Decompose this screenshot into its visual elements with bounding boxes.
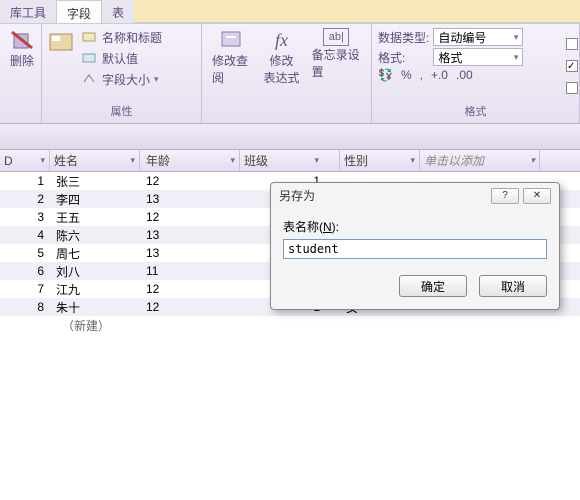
dialog-help-button[interactable]: ? [491,188,519,204]
col-header-add[interactable]: 单击以添加▾ [420,150,540,171]
properties-icon [48,30,76,58]
tab-db-tools[interactable]: 库工具 [0,0,56,23]
new-row[interactable]: （新建） [0,316,580,334]
cell-id[interactable]: 7 [0,282,50,296]
group-label-tools [208,105,365,121]
group-label-format: 格式 [378,101,573,121]
fx-icon: fx [270,28,294,52]
comma-button[interactable]: , [420,68,423,82]
chevron-down-icon: ▾ [314,155,319,166]
percent-button[interactable]: % [401,68,412,82]
cell-id[interactable]: 4 [0,228,50,242]
modify-lookup-label: 修改查阅 [212,52,252,86]
modify-expression-label: 修改 表达式 [264,52,300,86]
tab-fields[interactable]: 字段 [56,0,102,23]
field-size-label: 字段大小 [102,71,150,88]
cell-age[interactable]: 12 [140,300,240,314]
cell-age[interactable]: 13 [140,192,240,206]
cell-age[interactable]: 11 [140,264,240,278]
chevron-down-icon: ▾ [154,74,159,85]
cell-id[interactable]: 6 [0,264,50,278]
cell-id[interactable]: 3 [0,210,50,224]
delete-icon [10,28,34,52]
cell-age[interactable]: 12 [140,282,240,296]
cell-name[interactable]: 周七 [50,245,140,262]
chevron-down-icon: ▾ [130,155,135,166]
data-type-combo[interactable]: 自动编号 ▾ [433,28,523,46]
cell-id[interactable]: 5 [0,246,50,260]
name-caption-button[interactable]: 名称和标题 [80,28,164,47]
dialog-close-button[interactable]: ✕ [523,188,551,204]
cell-age[interactable]: 13 [140,246,240,260]
tab-table[interactable]: 表 [102,0,134,23]
cell-age[interactable]: 12 [140,210,240,224]
chevron-down-icon: ▾ [40,155,45,166]
lookup-icon [220,28,244,52]
col-header-name[interactable]: 姓名▾ [50,150,140,171]
cell-name[interactable]: 张三 [50,173,140,190]
chevron-down-icon: ▾ [230,155,235,166]
default-icon [82,51,98,67]
cancel-button[interactable]: 取消 [479,275,547,297]
default-value-button[interactable]: 默认值 [80,49,164,68]
checkbox-2[interactable] [566,60,578,72]
currency-button[interactable]: 💱 [378,68,393,82]
tag-icon [82,30,98,46]
data-type-value: 自动编号 [438,29,486,46]
data-type-label: 数据类型: [378,29,429,46]
table-name-input[interactable] [283,239,547,259]
grid-header-row: D▾ 姓名▾ 年龄▾ 班级▾ 性别▾ 单击以添加▾ [0,150,580,172]
group-label-empty [6,105,35,121]
memo-settings-button[interactable]: ab| 备忘录设置 [308,26,365,82]
decrease-decimal-button[interactable]: .00 [456,68,473,82]
default-value-label: 默认值 [102,50,138,67]
field-size-button[interactable]: 字段大小 ▾ [80,70,164,89]
context-tabs: 库工具 字段 表 [0,0,580,24]
cell-id[interactable]: 2 [0,192,50,206]
col-header-class[interactable]: 班级▾ [240,150,340,171]
checkbox-3[interactable] [566,82,578,94]
col-header-age[interactable]: 年龄▾ [140,150,240,171]
format-value: 格式 [438,49,462,66]
chevron-down-icon: ▾ [410,155,415,166]
new-row-label: （新建） [50,317,116,334]
cell-name[interactable]: 江九 [50,281,140,298]
datasheet-tab-bar [0,124,580,150]
group-label-properties: 属性 [48,101,195,121]
ok-button[interactable]: 确定 [399,275,467,297]
tab-highlight-area [134,0,580,23]
cell-name[interactable]: 朱十 [50,299,140,316]
cell-name[interactable]: 刘八 [50,263,140,280]
modify-expression-button[interactable]: fx 修改 表达式 [260,26,304,88]
table-name-label: 表名称(N): [283,218,547,235]
cell-id[interactable]: 1 [0,174,50,188]
cell-age[interactable]: 12 [140,174,240,188]
chevron-down-icon: ▾ [514,52,519,63]
checkbox-1[interactable] [566,38,578,50]
increase-decimal-button[interactable]: +.0 [431,68,448,82]
cell-id[interactable]: 8 [0,300,50,314]
col-header-id[interactable]: D▾ [0,150,50,171]
ribbon: 删除 名称和标题 默认值 字段大小 ▾ [0,24,580,124]
delete-label: 删除 [10,52,34,69]
delete-button[interactable]: 删除 [6,26,38,71]
right-checkbox-strip [566,24,580,94]
dialog-title: 另存为 [279,187,491,204]
chevron-down-icon: ▾ [530,155,535,166]
cell-age[interactable]: 13 [140,228,240,242]
col-header-gender[interactable]: 性别▾ [340,150,420,171]
cell-name[interactable]: 李四 [50,191,140,208]
modify-lookup-button[interactable]: 修改查阅 [208,26,256,88]
chevron-down-icon: ▾ [514,32,519,43]
memo-settings-label: 备忘录设置 [312,46,361,80]
dialog-titlebar[interactable]: 另存为 ? ✕ [271,183,559,208]
format-label: 格式: [378,49,429,66]
cell-name[interactable]: 陈六 [50,227,140,244]
size-icon [82,72,98,88]
cell-name[interactable]: 王五 [50,209,140,226]
name-caption-label: 名称和标题 [102,29,162,46]
format-combo[interactable]: 格式 ▾ [433,48,523,66]
save-as-dialog: 另存为 ? ✕ 表名称(N): 确定 取消 [270,182,560,310]
memo-icon: ab| [323,28,349,46]
